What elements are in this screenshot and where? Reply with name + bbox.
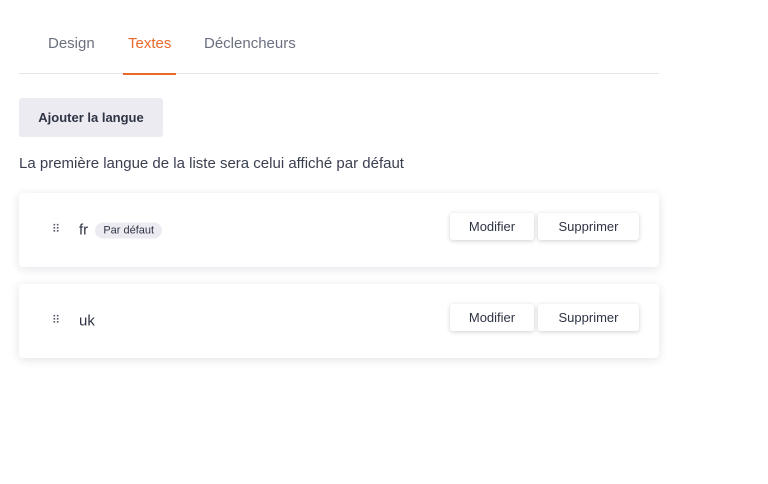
delete-language-button[interactable]: Supprimer: [538, 304, 639, 331]
language-code: fr: [79, 221, 89, 239]
edit-language-button[interactable]: Modifier: [450, 213, 534, 240]
delete-language-button[interactable]: Supprimer: [538, 213, 639, 240]
language-item: ⠿ fr Par défaut Modifier Supprimer: [19, 193, 659, 267]
language-item: ⠿ uk Modifier Supprimer: [19, 284, 659, 358]
default-badge: Par défaut: [95, 222, 163, 239]
drag-handle-icon[interactable]: ⠿: [52, 315, 60, 327]
default-language-hint: La première langue de la liste sera celu…: [19, 155, 404, 172]
tab-textes[interactable]: Textes: [122, 24, 177, 75]
add-language-button[interactable]: Ajouter la langue: [19, 98, 163, 137]
edit-language-button[interactable]: Modifier: [450, 304, 534, 331]
page: Design Textes Déclencheurs Ajouter la la…: [0, 0, 768, 484]
tab-design[interactable]: Design: [48, 24, 95, 74]
language-code: uk: [79, 312, 95, 330]
tab-bar: Design Textes Déclencheurs: [19, 24, 659, 75]
tab-declencheurs[interactable]: Déclencheurs: [204, 24, 296, 74]
language-code-label: fr Par défaut: [79, 221, 163, 239]
drag-handle-icon[interactable]: ⠿: [52, 224, 60, 236]
